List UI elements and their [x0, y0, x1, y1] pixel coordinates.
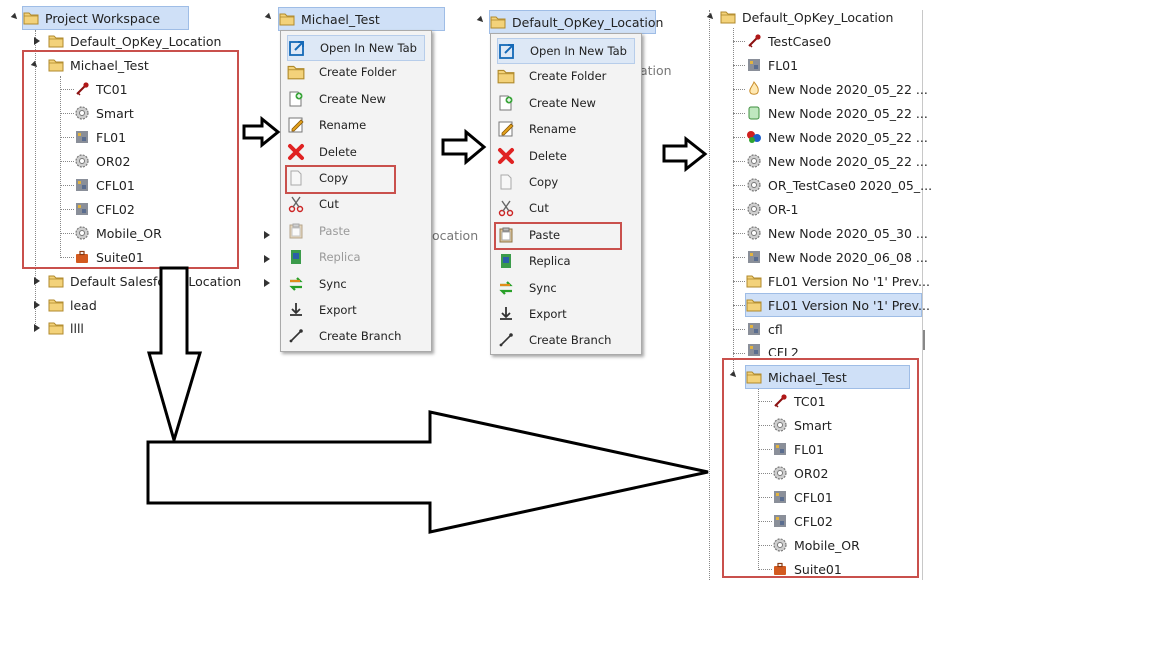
down-arrow-icon	[147, 266, 203, 446]
flow-arrows	[146, 115, 709, 534]
right-arrow-icon	[441, 128, 487, 166]
right-arrow-icon	[662, 135, 708, 173]
right-arrow-icon	[242, 115, 281, 149]
big-right-arrow-icon	[146, 410, 709, 534]
